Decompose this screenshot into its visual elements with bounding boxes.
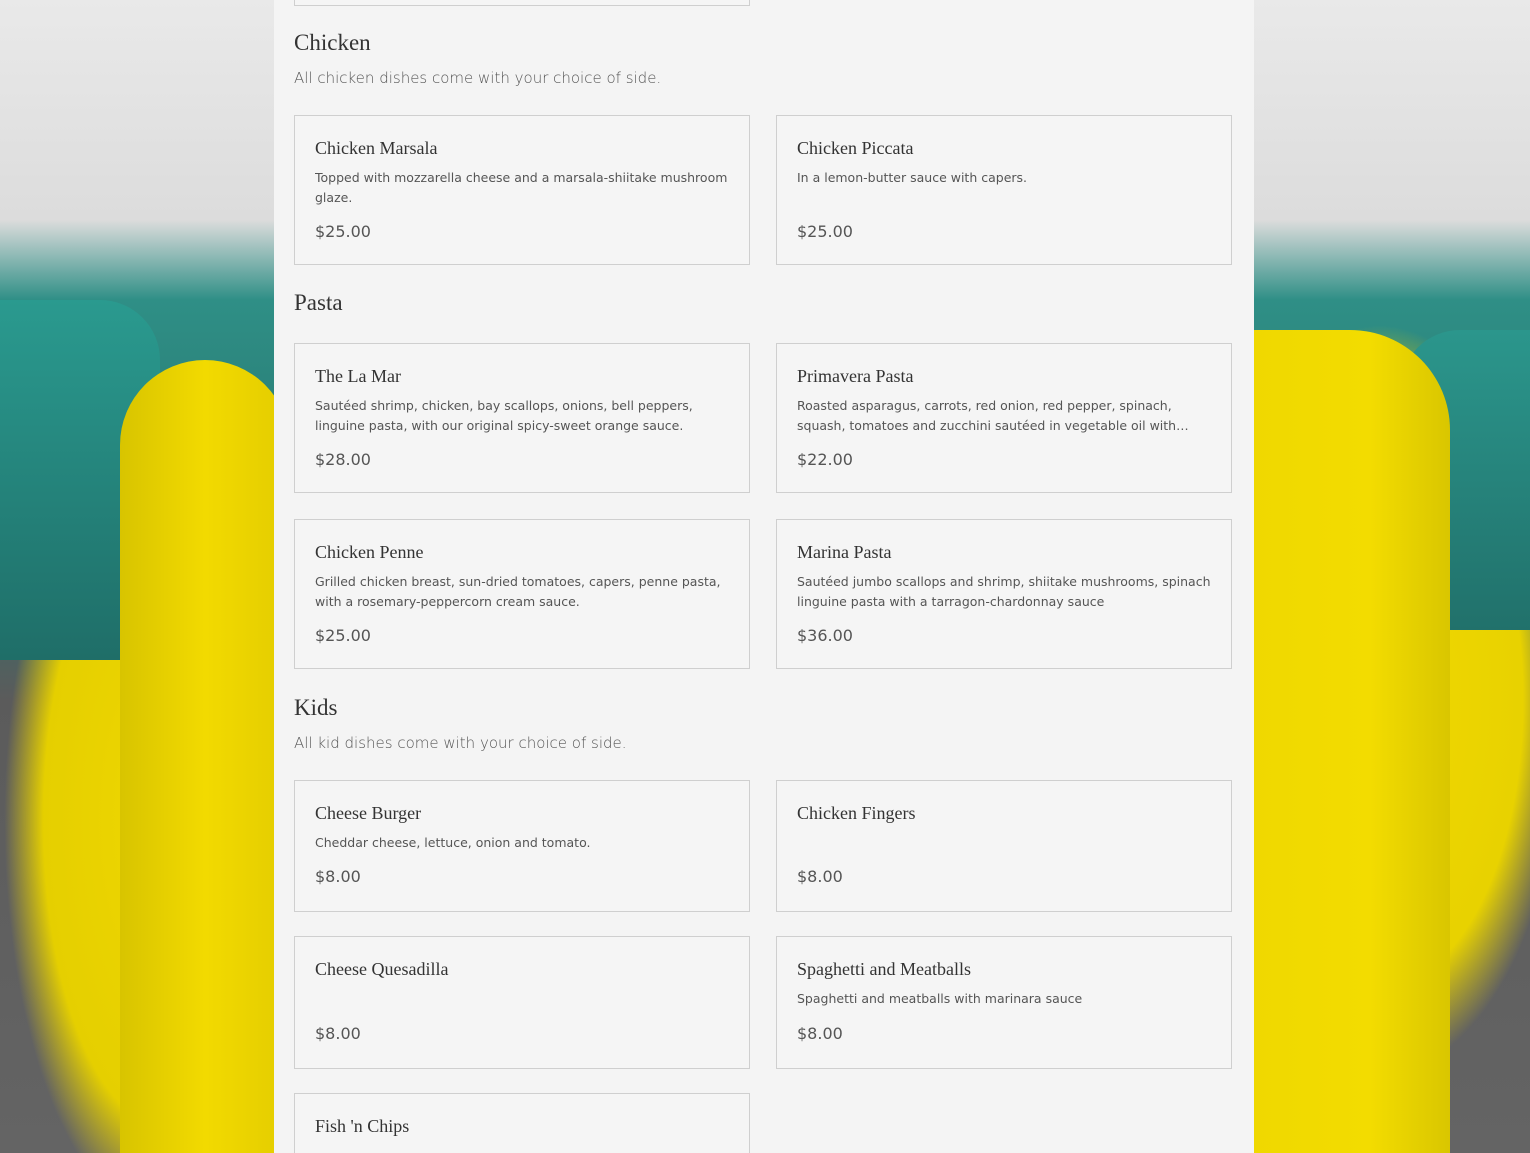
menu-item-card: The La Mar Sautéed shrimp, chicken, bay … xyxy=(294,343,750,493)
section-title-kids: Kids xyxy=(294,695,338,720)
item-price: $22.00 xyxy=(797,450,853,469)
item-price: $28.00 xyxy=(315,450,371,469)
section-description-kids: All kid dishes come with your choice of … xyxy=(294,734,627,752)
item-description: In a lemon-butter sauce with capers. xyxy=(797,170,1028,185)
menu-item-card: Chicken Fingers $8.00 xyxy=(776,780,1232,912)
item-description: Roasted asparagus, carrots, red onion, r… xyxy=(797,398,1177,433)
item-price: $8.00 xyxy=(797,867,843,886)
item-price: $8.00 xyxy=(797,1024,843,1043)
item-name: Marina Pasta xyxy=(797,542,892,562)
item-name: Spaghetti and Meatballs xyxy=(797,959,971,979)
item-description: Cheddar cheese, lettuce, onion and tomat… xyxy=(315,835,591,850)
item-description: Topped with mozzarella cheese and a mars… xyxy=(315,170,728,205)
item-price: $8.00 xyxy=(315,867,361,886)
item-name: Cheese Burger xyxy=(315,803,422,823)
section-title-chicken: Chicken xyxy=(294,30,371,55)
menu-item-card: Marina Pasta Sautéed jumbo scallops and … xyxy=(776,519,1232,669)
item-price: $25.00 xyxy=(797,222,853,241)
item-price: $8.00 xyxy=(315,1024,361,1043)
menu-item-card: Primavera Pasta Roasted asparagus, carro… xyxy=(776,343,1232,493)
item-name: Chicken Fingers xyxy=(797,803,916,823)
menu-item-card: Cheese Burger Cheddar cheese, lettuce, o… xyxy=(294,780,750,912)
item-description: Grilled chicken breast, sun-dried tomato… xyxy=(315,574,721,609)
item-name: Chicken Piccata xyxy=(797,138,914,158)
menu-panel: Chicken All chicken dishes come with you… xyxy=(274,0,1254,1153)
item-name: Primavera Pasta xyxy=(797,366,914,386)
item-price: $25.00 xyxy=(315,222,371,241)
item-description: Spaghetti and meatballs with marinara sa… xyxy=(797,991,1083,1006)
menu-item-card: Chicken Piccata In a lemon-butter sauce … xyxy=(776,115,1232,265)
section-title-pasta: Pasta xyxy=(294,290,343,315)
item-name: Cheese Quesadilla xyxy=(315,959,449,979)
menu-item-card: Cheese Quesadilla $8.00 xyxy=(294,936,750,1069)
menu-item-card: Fish 'n Chips xyxy=(294,1093,750,1153)
menu-item-card: Chicken Penne Grilled chicken breast, su… xyxy=(294,519,750,669)
menu-item-card: Spaghetti and Meatballs Spaghetti and me… xyxy=(776,936,1232,1069)
item-name: Chicken Marsala xyxy=(315,138,438,158)
menu-item-card: Chicken Marsala Topped with mozzarella c… xyxy=(294,115,750,265)
item-description: Sautéed jumbo scallops and shrimp, shiit… xyxy=(797,574,1211,609)
menu-item-card-partial xyxy=(294,0,750,6)
background-yellow-left xyxy=(120,360,290,1153)
item-description: Sautéed shrimp, chicken, bay scallops, o… xyxy=(315,398,693,433)
section-description-chicken: All chicken dishes come with your choice… xyxy=(294,69,662,87)
item-name: The La Mar xyxy=(315,366,401,386)
background-yellow-right xyxy=(1250,330,1450,1153)
item-name: Fish 'n Chips xyxy=(315,1116,410,1136)
item-price: $25.00 xyxy=(315,626,371,645)
item-name: Chicken Penne xyxy=(315,542,424,562)
item-price: $36.00 xyxy=(797,626,853,645)
